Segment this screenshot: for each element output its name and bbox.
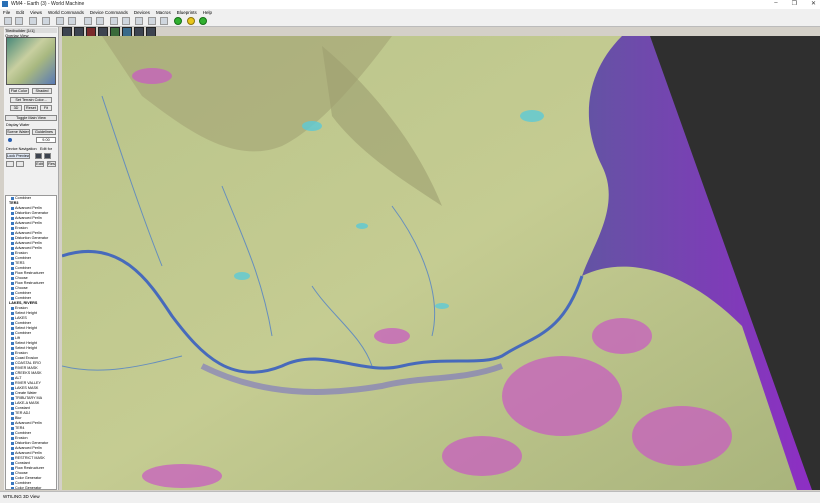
edit-button[interactable]: Edit <box>35 161 44 167</box>
device-navigation-label: Device Navigation <box>6 147 37 151</box>
new-icon[interactable] <box>4 17 12 25</box>
window-title: WM4 - Earth (3) - World Machine <box>11 1 85 7</box>
menu-devices[interactable]: Devices <box>131 9 153 16</box>
res-button[interactable]: Res <box>47 161 56 167</box>
preview-thumbnail[interactable] <box>6 37 56 85</box>
close-button[interactable]: ✕ <box>811 0 816 7</box>
menu-world-commands[interactable]: World Commands <box>45 9 87 16</box>
menu-blueprints[interactable]: Blueprints <box>174 9 200 16</box>
camera-icon[interactable] <box>148 17 156 25</box>
menu-macros[interactable]: Macros <box>153 9 174 16</box>
edit-for-label: Edit for <box>40 147 53 151</box>
app-icon <box>2 1 8 7</box>
menu-views[interactable]: Views <box>27 9 45 16</box>
build-icon[interactable] <box>174 17 182 25</box>
layout-icon[interactable] <box>68 17 76 25</box>
lock-preview-button[interactable]: Lock Preview <box>6 153 30 159</box>
build-extent-icon[interactable] <box>187 17 195 25</box>
terrain-render[interactable] <box>62 36 820 490</box>
menu-help[interactable]: Help <box>200 9 215 16</box>
explorer-icon[interactable] <box>160 17 168 25</box>
menu-edit[interactable]: Edit <box>13 9 27 16</box>
viewport-toolbar <box>62 27 156 37</box>
zoom-slider-handle[interactable] <box>8 138 12 142</box>
reset-button[interactable]: Reset <box>24 105 38 111</box>
3d-viewport[interactable] <box>62 36 820 490</box>
guidelines-button[interactable]: Guidelines <box>32 129 56 135</box>
device-tree[interactable]: Combiner TER3 Advanced Perlin Distortion Ge… <box>5 195 57 490</box>
tools-icon[interactable] <box>96 17 104 25</box>
status-bar: WTILING 3D View <box>0 491 820 503</box>
maximize-button[interactable]: ❐ <box>792 0 797 7</box>
menu-file[interactable]: File <box>0 9 13 16</box>
set-terrain-color-button[interactable]: Set Terrain Color... <box>10 97 52 103</box>
sidebar: Tiledbuilder [1/1] Overlay View Flat Col… <box>4 27 59 490</box>
build-tiled-icon[interactable] <box>199 17 207 25</box>
tree-item[interactable]: Color Generator <box>6 486 56 489</box>
menu-bar: File Edit Views World Commands Device Co… <box>0 9 820 16</box>
zoom-value-field[interactable]: 9.00 <box>36 137 56 143</box>
fit-button[interactable]: Fit <box>40 105 52 111</box>
shaded-button[interactable]: Shaded <box>32 88 52 94</box>
scene-water-button[interactable]: Scene Water <box>6 129 30 135</box>
project-icon[interactable] <box>56 17 64 25</box>
toolbar <box>0 16 820 27</box>
save-icon[interactable] <box>29 17 37 25</box>
nav-up-icon[interactable] <box>35 153 42 159</box>
render-icon[interactable] <box>110 17 118 25</box>
nav-left-icon[interactable] <box>6 161 14 167</box>
nav-right-icon[interactable] <box>16 161 24 167</box>
device-view-icon[interactable] <box>84 17 92 25</box>
preview-icon[interactable] <box>135 17 143 25</box>
minimize-button[interactable]: – <box>774 0 777 7</box>
nav-down-icon[interactable] <box>44 153 51 159</box>
flat-color-button[interactable]: Flat Color <box>9 88 29 94</box>
world-settings-icon[interactable] <box>42 17 50 25</box>
menu-device-commands[interactable]: Device Commands <box>87 9 131 16</box>
status-text: WTILING 3D View <box>3 494 40 499</box>
open-icon[interactable] <box>15 17 23 25</box>
export-icon[interactable] <box>122 17 130 25</box>
3d-button[interactable]: 3D <box>10 105 22 111</box>
toggle-main-view-button[interactable]: Toggle Main View <box>5 115 57 121</box>
display-water-label: Display Water <box>6 123 30 127</box>
